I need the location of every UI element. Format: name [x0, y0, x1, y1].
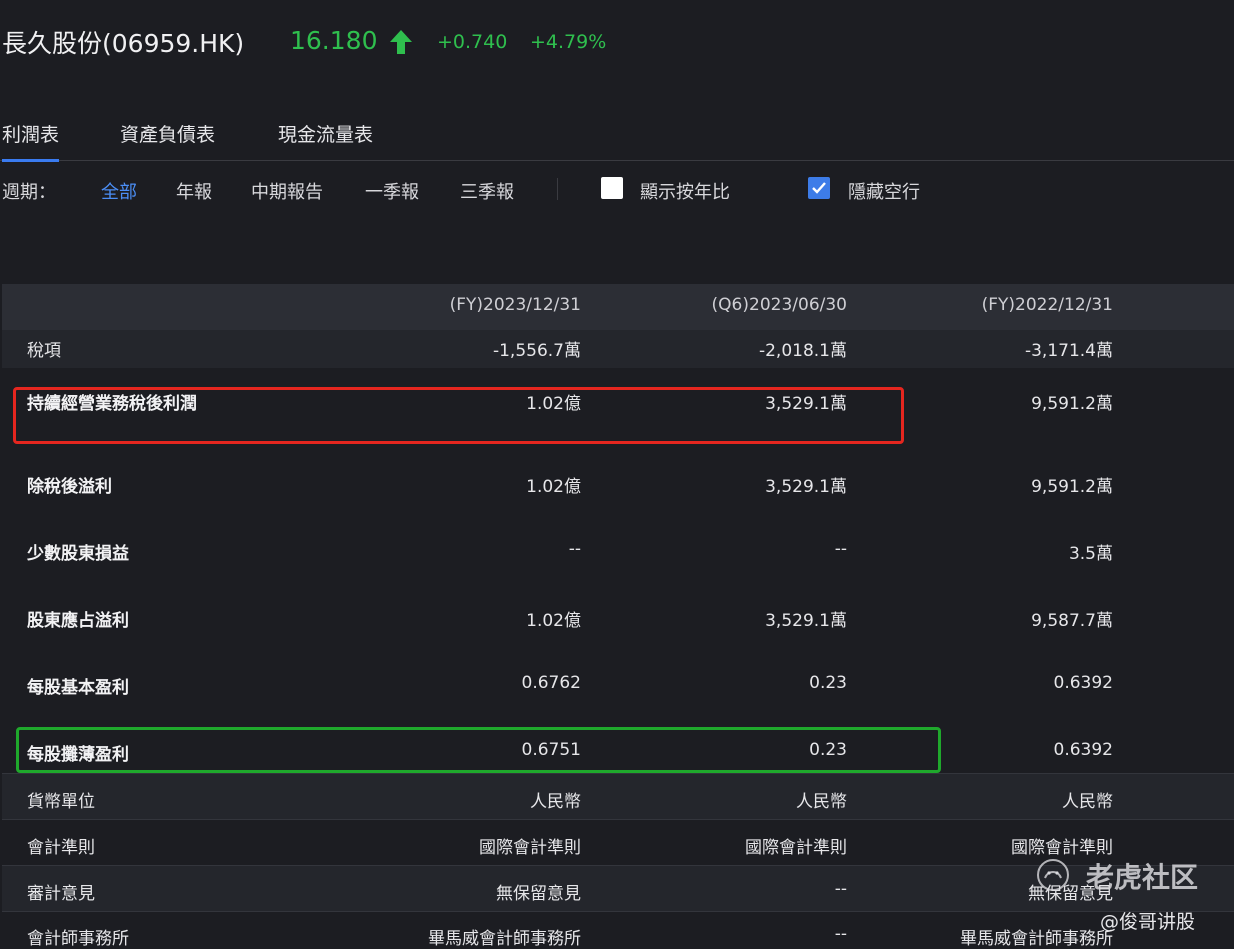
price-change: +0.740: [437, 31, 508, 53]
row-label: 會計師事務所: [27, 929, 129, 949]
row-value: 3,529.1萬: [765, 611, 847, 631]
row-value: 9,591.2萬: [1031, 477, 1113, 497]
row-label: 除稅後溢利: [27, 477, 112, 497]
period-filter: 週期： 全部 年報 中期報告 一季報 三季報 顯示按年比 隱藏空行: [0, 172, 1234, 212]
column-header: (FY)2022/12/31: [981, 295, 1113, 315]
table-row: 每股基本盈利 0.6762 0.23 0.6392: [2, 638, 1234, 706]
row-value: 1.02億: [526, 611, 581, 631]
row-label: 貨幣單位: [27, 792, 95, 812]
row-value: -3,171.4萬: [1024, 341, 1113, 361]
row-value: 人民幣: [1062, 792, 1113, 812]
show-yoy-checkbox[interactable]: [601, 177, 623, 199]
price-change-percent: +4.79%: [530, 31, 607, 53]
watermark-handle: @俊哥讲股: [1100, 911, 1196, 933]
row-value: 9,587.7萬: [1031, 611, 1113, 631]
row-value: --: [834, 539, 847, 559]
income-statement-table: (FY)2023/12/31 (Q6)2023/06/30 (FY)2022/1…: [2, 284, 1234, 949]
row-value: 0.6392: [1053, 740, 1113, 760]
row-label: 股東應占溢利: [27, 611, 129, 631]
row-value: 3.5萬: [1068, 544, 1113, 564]
hide-empty-label[interactable]: 隱藏空行: [848, 178, 920, 204]
watermark: 老虎社区: [1036, 856, 1226, 894]
row-value: 0.23: [809, 673, 847, 693]
table-header: (FY)2023/12/31 (Q6)2023/06/30 (FY)2022/1…: [2, 284, 1234, 330]
row-label: 少數股東損益: [27, 544, 129, 564]
row-value: -2,018.1萬: [758, 341, 847, 361]
table-row: 會計師事務所 畢馬威會計師事務所 -- 畢馬威會計師事務所: [2, 911, 1234, 949]
table-row: 股東應占溢利 1.02億 3,529.1萬 9,587.7萬: [2, 571, 1234, 638]
column-header: (Q6)2023/06/30: [711, 295, 847, 315]
row-value: 國際會計準則: [479, 838, 581, 858]
row-label: 每股基本盈利: [27, 678, 129, 698]
stock-price: 16.180: [290, 26, 378, 55]
row-value: 0.6392: [1053, 673, 1113, 693]
row-label: 每股攤薄盈利: [27, 745, 129, 765]
row-label: 稅項: [27, 341, 61, 361]
table-row: 每股攤薄盈利 0.6751 0.23 0.6392: [2, 706, 1234, 773]
statement-tabs: 利潤表 資產負債表 現金流量表: [0, 110, 1234, 162]
period-option-q1[interactable]: 一季報: [365, 178, 419, 204]
row-value: 3,529.1萬: [765, 477, 847, 497]
table-row: 少數股東損益 -- -- 3.5萬: [2, 503, 1234, 571]
tab-cash-flow[interactable]: 現金流量表: [278, 120, 373, 159]
hide-empty-checkbox[interactable]: [808, 177, 830, 199]
table-row: 貨幣單位 人民幣 人民幣 人民幣: [2, 773, 1234, 820]
tab-balance-sheet[interactable]: 資產負債表: [120, 120, 215, 159]
row-value: 0.6751: [521, 740, 581, 760]
checkmark-icon: [812, 182, 826, 194]
tiger-logo-icon: [1037, 859, 1069, 891]
table-row: 除稅後溢利 1.02億 3,529.1萬 9,591.2萬: [2, 436, 1234, 503]
row-value: --: [834, 924, 847, 944]
tab-income-statement[interactable]: 利潤表: [2, 120, 60, 162]
row-value: 國際會計準則: [1011, 838, 1113, 858]
row-value: 0.6762: [521, 673, 581, 693]
row-value: 畢馬威會計師事務所: [428, 929, 581, 949]
row-value: 3,529.1萬: [765, 394, 847, 414]
column-header: (FY)2023/12/31: [449, 295, 581, 315]
row-label: 會計準則: [27, 838, 95, 858]
row-value: 畢馬威會計師事務所: [960, 929, 1113, 949]
period-label: 週期：: [2, 182, 56, 203]
row-value: 無保留意見: [496, 884, 581, 904]
row-label: 審計意見: [27, 884, 95, 904]
period-option-interim[interactable]: 中期報告: [251, 178, 323, 204]
row-value: 9,591.2萬: [1031, 394, 1113, 414]
table-row: 稅項 -1,556.7萬 -2,018.1萬 -3,171.4萬: [2, 330, 1234, 368]
row-value: 1.02億: [526, 394, 581, 414]
row-value: 人民幣: [796, 792, 847, 812]
period-option-annual[interactable]: 年報: [176, 178, 212, 204]
up-arrow-icon: [390, 30, 412, 54]
filter-divider: [557, 178, 558, 200]
row-value: 國際會計準則: [745, 838, 847, 858]
row-value: -1,556.7萬: [492, 341, 581, 361]
row-label: 持續經營業務稅後利潤: [27, 394, 197, 414]
show-yoy-label[interactable]: 顯示按年比: [640, 178, 730, 204]
watermark-text: 老虎社区: [1086, 861, 1199, 894]
table-row: 持續經營業務稅後利潤 1.02億 3,529.1萬 9,591.2萬: [2, 368, 1234, 436]
period-option-all[interactable]: 全部: [101, 178, 137, 204]
row-value: --: [568, 539, 581, 559]
row-value: --: [834, 879, 847, 899]
period-option-q3[interactable]: 三季報: [460, 178, 514, 204]
stock-name: 長久股份(06959.HK): [2, 29, 245, 58]
row-value: 0.23: [809, 740, 847, 760]
row-value: 人民幣: [530, 792, 581, 812]
quote-header: 長久股份(06959.HK) 16.180 +0.740 +4.79%: [0, 0, 1234, 90]
row-value: 1.02億: [526, 477, 581, 497]
